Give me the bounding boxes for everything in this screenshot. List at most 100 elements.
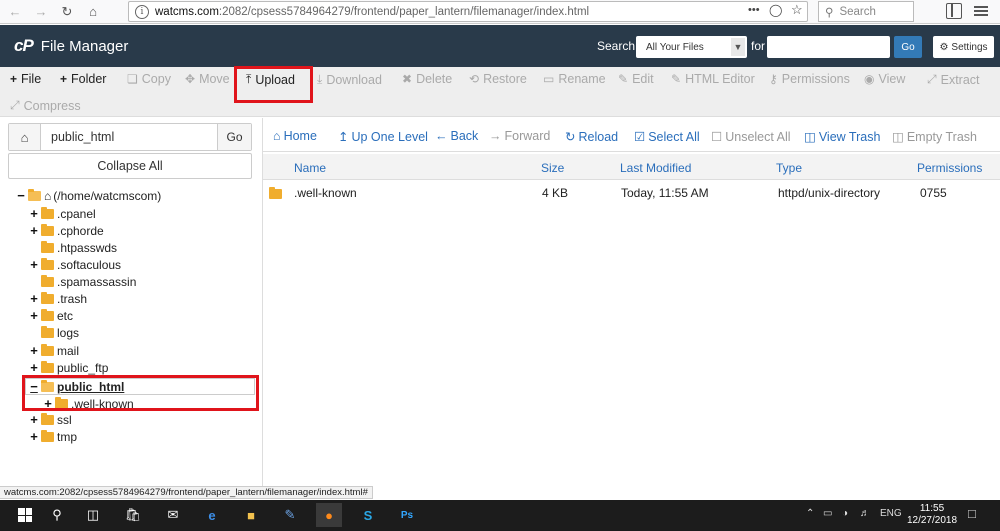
key-icon: ⚷ bbox=[769, 72, 778, 86]
collapse-icon[interactable]: − bbox=[16, 188, 26, 203]
battery-icon[interactable]: ▭ bbox=[823, 508, 832, 519]
column-last-modified[interactable]: Last Modified bbox=[620, 161, 691, 175]
address-bar[interactable]: i watcms.com:2082/cpsess5784964279/front… bbox=[128, 1, 808, 22]
settings-button[interactable]: ⚙ Settings bbox=[933, 36, 994, 58]
forward-arrow-icon[interactable]: → bbox=[30, 1, 52, 23]
tree-item-logs[interactable]: logs bbox=[29, 324, 79, 341]
file-size: 4 KB bbox=[542, 186, 569, 200]
delete-icon: ✖ bbox=[402, 72, 413, 86]
tree-item-trash[interactable]: + .trash bbox=[29, 290, 87, 307]
windows-start-icon[interactable] bbox=[12, 503, 38, 527]
permissions-button[interactable]: ⚷ Permissions bbox=[769, 72, 850, 86]
skype-icon[interactable]: S bbox=[355, 503, 381, 527]
folder-icon bbox=[41, 325, 54, 338]
reload-icon[interactable]: ↻ bbox=[56, 1, 78, 23]
tree-item-ssl[interactable]: + ssl bbox=[29, 411, 71, 428]
notifications-icon[interactable]: □ bbox=[968, 506, 976, 521]
path-input[interactable]: public_html bbox=[41, 124, 217, 150]
file-modified: Today, 11:55 AM bbox=[621, 186, 709, 200]
photoshop-icon[interactable]: Ps bbox=[394, 503, 420, 527]
file-name[interactable]: .well-known bbox=[294, 186, 357, 200]
restore-button[interactable]: ⟲ Restore bbox=[469, 72, 527, 86]
browser-search-field[interactable]: ⚲ Search bbox=[818, 1, 914, 22]
tree-item-tmp[interactable]: + tmp bbox=[29, 428, 77, 445]
clock[interactable]: 11:55 12/27/2018 bbox=[902, 503, 962, 527]
compress-button[interactable]: ⤢ Compress bbox=[10, 98, 81, 113]
file-explorer-icon[interactable]: ■ bbox=[238, 503, 264, 527]
download-button[interactable]: ⤓ Download bbox=[317, 72, 382, 87]
tree-item-mail[interactable]: + mail bbox=[29, 342, 79, 359]
file-toolbar: + File + Folder ❏ Copy ✥ Move ⤒ Upload ⤓ Downl… bbox=[0, 67, 1000, 117]
home-directory-icon[interactable]: ⌂ bbox=[9, 124, 41, 150]
column-name[interactable]: Name bbox=[294, 161, 326, 175]
pocket-icon[interactable]: ◯ bbox=[769, 3, 782, 17]
sidebar-icon[interactable] bbox=[946, 3, 962, 19]
tree-item-spamassassin[interactable]: .spamassassin bbox=[29, 273, 136, 290]
reload-button[interactable]: ↻ Reload bbox=[565, 129, 618, 145]
tree-item-softaculous[interactable]: + .softaculous bbox=[29, 256, 121, 273]
search-icon[interactable]: ⚲ bbox=[44, 503, 70, 527]
language-indicator[interactable]: ENG bbox=[880, 508, 902, 519]
rename-button[interactable]: ▭ Rename bbox=[543, 72, 606, 86]
gear-icon: ⚙ bbox=[939, 41, 949, 53]
up-one-level-button[interactable]: ↥ Up One Level bbox=[338, 129, 428, 145]
file-type: httpd/unix-directory bbox=[778, 186, 881, 200]
back-button[interactable]: ← Back bbox=[435, 129, 478, 143]
tree-item-htpasswds[interactable]: .htpasswds bbox=[29, 239, 117, 256]
compress-icon: ⤢ bbox=[10, 98, 20, 112]
folder-icon bbox=[41, 274, 54, 287]
cpanel-logo[interactable]: cP bbox=[14, 36, 34, 56]
empty-trash-button[interactable]: ◫ Empty Trash bbox=[892, 129, 977, 145]
wifi-icon[interactable]: ◑ bbox=[842, 508, 848, 519]
eye-icon: ◉ bbox=[864, 72, 875, 86]
column-type[interactable]: Type bbox=[776, 161, 802, 175]
new-file-button[interactable]: + File bbox=[10, 72, 41, 86]
collapse-all-button[interactable]: Collapse All bbox=[8, 153, 252, 179]
bookmark-star-icon[interactable]: ☆ bbox=[791, 2, 803, 18]
edit-button[interactable]: ✎ Edit bbox=[618, 72, 654, 86]
trash-icon: ◫ bbox=[804, 130, 816, 144]
expand-icon: + bbox=[30, 257, 38, 272]
search-input[interactable] bbox=[767, 36, 890, 58]
unselect-all-button[interactable]: ☐ Unselect All bbox=[711, 129, 791, 145]
move-button[interactable]: ✥ Move bbox=[185, 72, 230, 86]
home-icon[interactable]: ⌂ bbox=[82, 1, 104, 23]
select-all-button[interactable]: ☑ Select All bbox=[634, 129, 700, 145]
column-size[interactable]: Size bbox=[541, 161, 564, 175]
view-trash-button[interactable]: ◫ View Trash bbox=[804, 129, 880, 145]
mail-icon[interactable]: ✉ bbox=[160, 503, 186, 527]
tree-item-cpanel[interactable]: + .cpanel bbox=[29, 205, 96, 222]
navigation-toolbar: ⌂ Home ↥ Up One Level ← Back → Forward ↻ Relo… bbox=[263, 118, 1000, 152]
folder-icon bbox=[41, 291, 54, 304]
tree-item-public-ftp[interactable]: + public_ftp bbox=[29, 359, 108, 376]
hamburger-menu-icon[interactable] bbox=[974, 4, 988, 18]
upload-highlight-box bbox=[234, 66, 313, 103]
edge-icon[interactable]: e bbox=[199, 503, 225, 527]
task-view-icon[interactable]: ◫ bbox=[80, 503, 106, 527]
search-go-button[interactable]: Go bbox=[894, 36, 922, 58]
column-permissions[interactable]: Permissions bbox=[917, 161, 982, 175]
view-button[interactable]: ◉ View bbox=[864, 72, 905, 86]
tree-item-root[interactable]: − ⌂ (/home/watcmscom) bbox=[16, 187, 161, 204]
table-row[interactable]: .well-known 4 KB Today, 11:55 AM httpd/u… bbox=[263, 182, 1000, 204]
store-icon[interactable]: 🛍 bbox=[120, 503, 146, 527]
search-scope-select[interactable]: All Your Files ▼ bbox=[636, 36, 747, 58]
tree-item-etc[interactable]: + etc bbox=[29, 307, 73, 324]
chevron-up-icon[interactable]: ⌃ bbox=[806, 508, 814, 519]
volume-icon[interactable]: ♬ bbox=[860, 508, 870, 519]
path-go-button[interactable]: Go bbox=[217, 124, 251, 150]
home-button[interactable]: ⌂ Home bbox=[273, 129, 317, 143]
html-editor-button[interactable]: ✎ HTML Editor bbox=[671, 72, 755, 86]
forward-button[interactable]: → Forward bbox=[489, 129, 550, 143]
tree-item-cphorde[interactable]: + .cphorde bbox=[29, 222, 104, 239]
back-arrow-icon[interactable]: ← bbox=[4, 1, 26, 23]
firefox-icon[interactable]: ● bbox=[316, 503, 342, 527]
delete-button[interactable]: ✖ Delete bbox=[402, 72, 452, 86]
extract-button[interactable]: ⤢ Extract bbox=[927, 72, 980, 87]
page-actions-icon[interactable]: ••• bbox=[748, 4, 760, 16]
copy-button[interactable]: ❏ Copy bbox=[127, 72, 171, 86]
notepad-icon[interactable]: ✎ bbox=[277, 503, 303, 527]
info-icon[interactable]: i bbox=[135, 4, 149, 19]
folder-icon bbox=[41, 257, 54, 270]
new-folder-button[interactable]: + Folder bbox=[60, 72, 106, 86]
